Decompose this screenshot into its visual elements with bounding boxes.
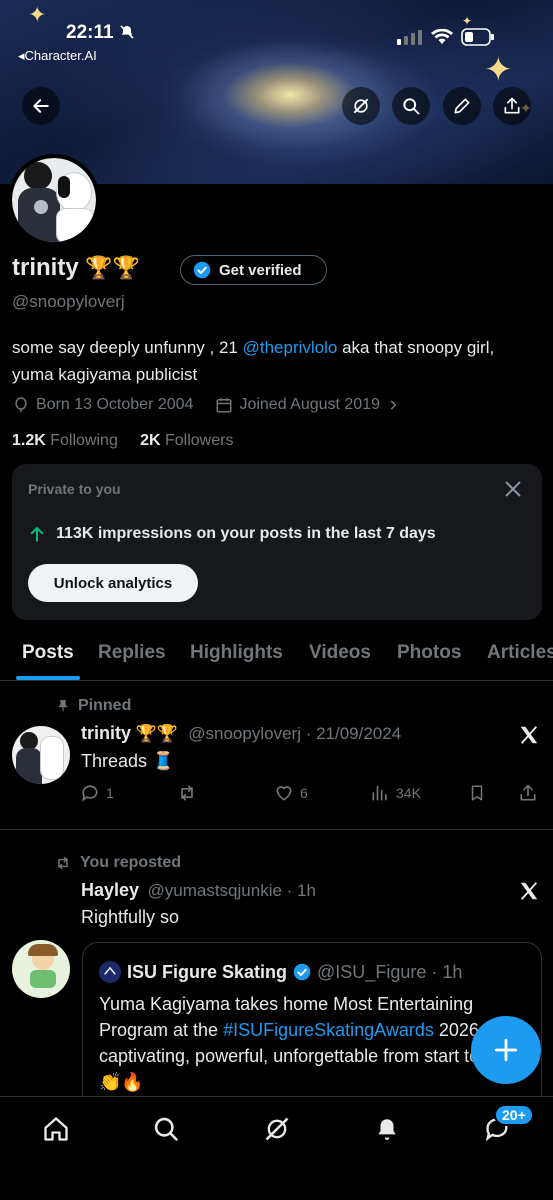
unlock-analytics-button[interactable]: Unlock analytics <box>28 564 198 602</box>
wifi-icon <box>431 29 453 44</box>
followers-link[interactable]: 2K Followers <box>140 432 233 449</box>
close-icon <box>505 481 521 497</box>
bio-mention-link[interactable]: @theprivlolo <box>243 338 338 357</box>
bookmark-button[interactable] <box>468 783 486 803</box>
quoted-post-text: Yuma Kagiyama takes home Most Entertaini… <box>99 994 527 1092</box>
grok-button[interactable] <box>342 87 380 125</box>
tab-videos[interactable]: Videos <box>309 642 371 664</box>
profile-handle: @snoopyloverj <box>12 292 125 311</box>
signal-icon <box>397 30 422 45</box>
x-logo-icon <box>518 880 540 907</box>
post-text: Threads 🧵 <box>81 751 175 771</box>
post-actions: 1 6 34K <box>80 783 540 807</box>
balloon-icon <box>15 397 27 413</box>
share-icon <box>504 97 520 114</box>
bottom-navigation <box>0 1096 553 1200</box>
profile-meta: Born 13 October 2004 Joined August 2019 <box>12 396 400 414</box>
arrow-up-icon <box>30 527 44 542</box>
share-icon <box>520 784 536 801</box>
profile-tabs: Posts Replies Highlights Videos Photos A… <box>0 633 553 681</box>
search-icon <box>154 1117 178 1141</box>
repost-author-avatar[interactable] <box>12 940 70 998</box>
bell-icon <box>378 1119 396 1140</box>
birth-date: Born 13 October 2004 <box>36 396 194 413</box>
star-decoration: ✦ <box>462 14 473 28</box>
status-time: 22:11 <box>66 22 135 44</box>
compose-post-button[interactable] <box>471 1016 541 1084</box>
bookmark-icon <box>471 785 483 801</box>
views-button[interactable]: 34K <box>370 783 421 803</box>
nav-home[interactable] <box>40 1113 72 1145</box>
tab-posts[interactable]: Posts <box>22 642 74 664</box>
verified-badge-icon <box>293 963 311 981</box>
nav-grok[interactable] <box>261 1113 293 1145</box>
profile-bio: some say deeply unfunny , 21 @theprivlol… <box>12 338 495 384</box>
search-icon <box>403 98 420 115</box>
isu-logo-icon <box>99 961 121 983</box>
repost-header: Hayley @yumastsqjunkie · 1h <box>81 880 316 901</box>
share-button[interactable] <box>493 87 531 125</box>
active-tab-indicator <box>16 676 80 680</box>
pencil-icon <box>454 98 470 114</box>
edit-button[interactable] <box>443 87 481 125</box>
repost-text: Rightfully so <box>81 907 180 927</box>
calendar-icon <box>216 398 232 413</box>
grok-icon <box>265 1117 289 1141</box>
tab-highlights[interactable]: Highlights <box>190 642 283 664</box>
home-icon <box>44 1117 68 1141</box>
back-button[interactable] <box>22 87 60 125</box>
mute-bell-icon <box>120 25 134 39</box>
analytics-card: Private to you 113K impressions on your … <box>12 464 542 620</box>
hashtag-link[interactable]: #ISUFigureSkatingAwards <box>223 1020 434 1040</box>
repost-button[interactable] <box>176 783 198 803</box>
status-indicators <box>397 28 495 46</box>
star-decoration: ✦ <box>484 51 513 89</box>
impressions-text: 113K impressions on your posts in the la… <box>28 525 436 543</box>
quoted-post-header: ISU Figure Skating @ISU_Figure · 1h <box>99 961 462 983</box>
repost-author-name[interactable]: Hayley <box>81 880 139 900</box>
post-author-name[interactable]: trinity <box>81 723 131 743</box>
repost-icon <box>58 856 68 870</box>
repost-icon <box>181 785 193 801</box>
close-card-button[interactable] <box>502 478 524 505</box>
tab-photos[interactable]: Photos <box>397 642 461 664</box>
views-chart-icon <box>372 785 387 801</box>
profile-avatar[interactable] <box>8 154 100 246</box>
star-decoration: ✦ <box>28 2 47 27</box>
share-post-button[interactable] <box>518 783 538 803</box>
pinned-label: Pinned <box>56 697 131 715</box>
post-header: trinity 🏆🏆 @snoopyloverj · 21/09/2024 <box>81 723 402 743</box>
following-link[interactable]: 1.2K Following <box>12 432 118 449</box>
repost-handle-time[interactable]: @yumastsqjunkie · 1h <box>148 881 316 900</box>
joined-date[interactable]: Joined August 2019 <box>239 396 380 414</box>
x-logo-icon <box>518 724 540 751</box>
pin-icon <box>58 700 68 712</box>
arrow-left-icon <box>33 99 49 113</box>
messages-badge: 20+ <box>494 1104 534 1126</box>
nav-search[interactable] <box>150 1113 182 1145</box>
reply-icon <box>81 785 98 802</box>
search-button[interactable] <box>392 87 430 125</box>
get-verified-button[interactable]: Get verified <box>180 255 327 285</box>
back-to-app-link[interactable]: ◂Character.AI <box>18 48 97 64</box>
card-title: Private to you <box>28 481 121 497</box>
battery-icon <box>461 28 494 46</box>
like-button[interactable]: 6 <box>274 783 308 803</box>
follow-stats: 1.2K Following 2K Followers <box>12 432 233 450</box>
post-avatar[interactable] <box>12 726 70 784</box>
nav-notifications[interactable] <box>371 1113 403 1145</box>
tab-replies[interactable]: Replies <box>98 642 166 664</box>
profile-name: trinity 🏆🏆 <box>12 254 141 281</box>
verified-badge-icon <box>193 261 211 279</box>
chevron-right-icon <box>390 400 397 410</box>
plus-icon <box>494 1038 518 1062</box>
reply-button[interactable]: 1 <box>80 783 114 803</box>
heart-icon <box>276 786 292 801</box>
post-divider <box>0 829 553 830</box>
grok-icon <box>353 98 369 114</box>
tab-articles[interactable]: Articles <box>487 642 553 664</box>
post-handle-date[interactable]: @snoopyloverj · 21/09/2024 <box>188 724 401 743</box>
repost-label: You reposted <box>54 854 181 872</box>
